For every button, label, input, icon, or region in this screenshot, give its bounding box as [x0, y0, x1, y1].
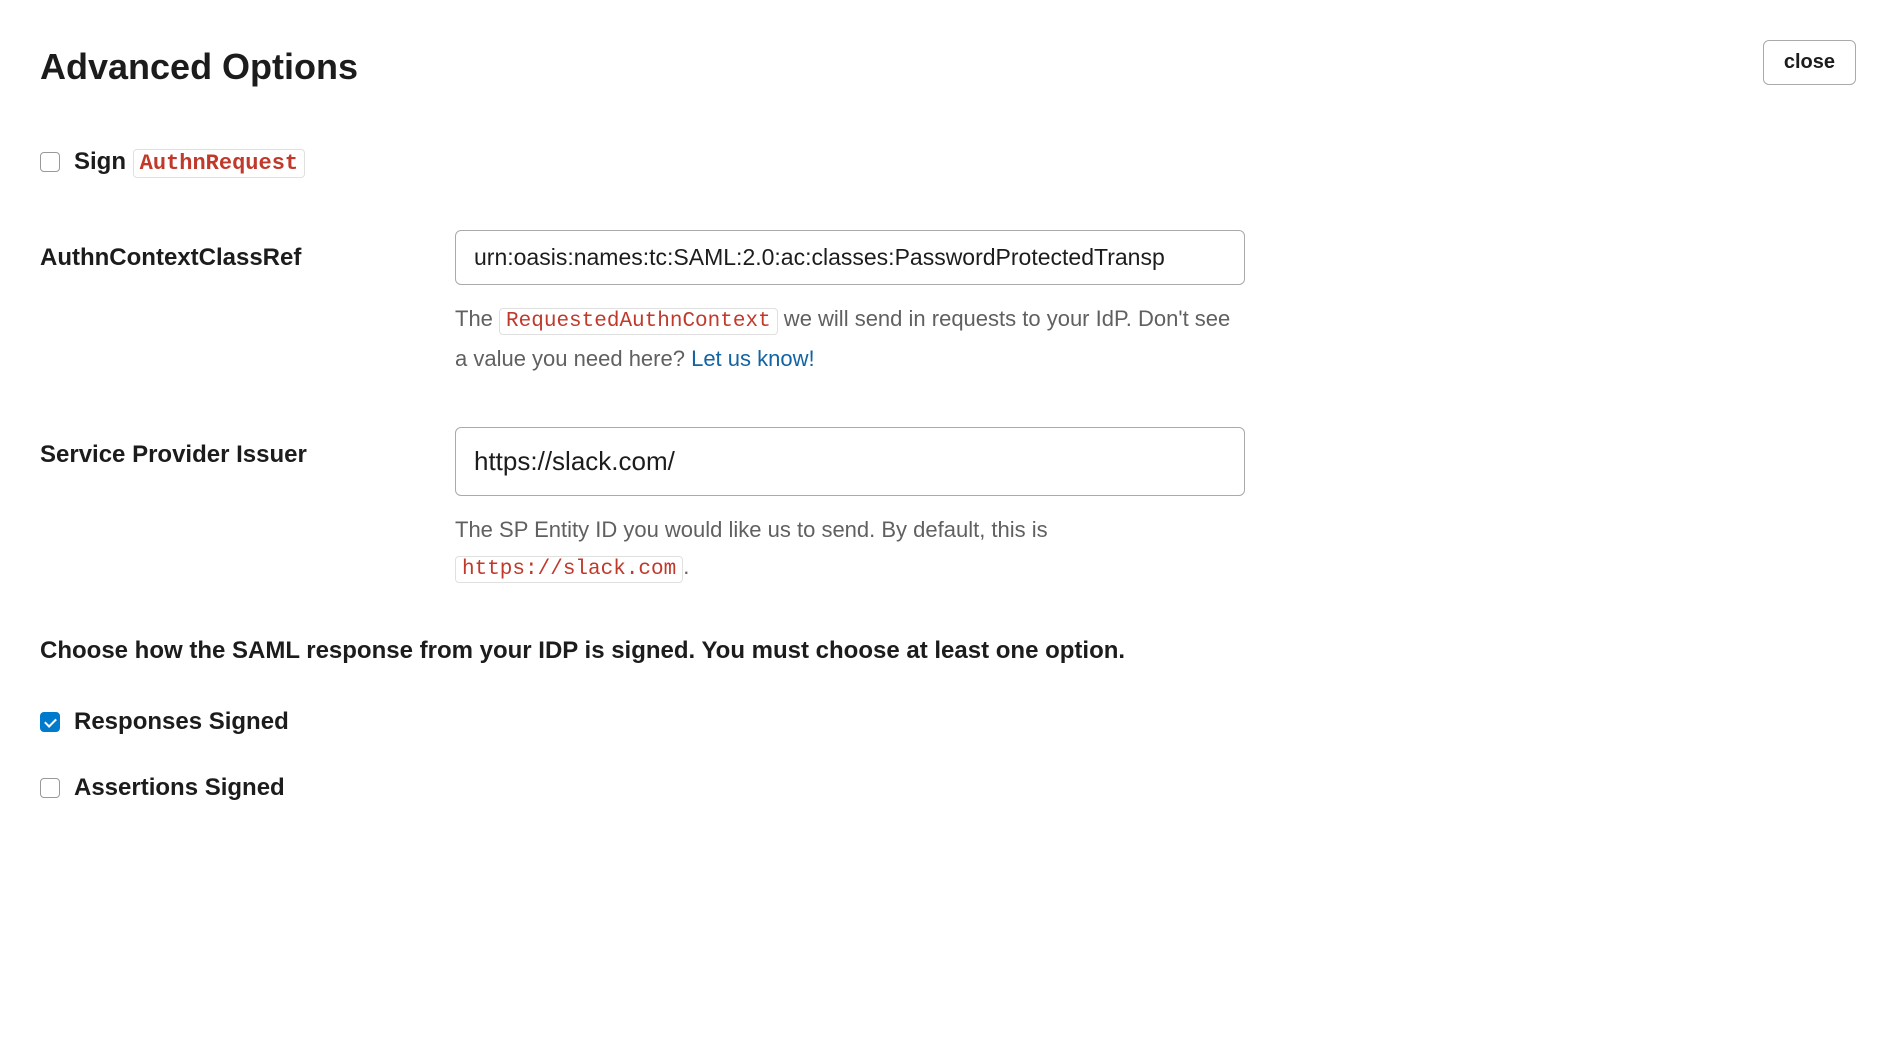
assertions-signed-checkbox[interactable] — [40, 778, 60, 798]
sp-issuer-field-area: The SP Entity ID you would like us to se… — [455, 427, 1245, 588]
requested-authn-context-code: RequestedAuthnContext — [499, 308, 778, 335]
authn-context-field-area: The RequestedAuthnContext we will send i… — [455, 230, 1245, 377]
signing-heading: Choose how the SAML response from your I… — [40, 633, 1856, 669]
authn-help-prefix: The — [455, 306, 499, 331]
authn-context-row: AuthnContextClassRef The RequestedAuthnC… — [40, 230, 1856, 377]
close-button[interactable]: close — [1763, 40, 1856, 85]
responses-signed-label: Responses Signed — [74, 704, 289, 740]
sign-authn-request-checkbox[interactable] — [40, 152, 60, 172]
authn-context-input[interactable] — [455, 230, 1245, 285]
sp-issuer-label: Service Provider Issuer — [40, 427, 455, 473]
sp-issuer-row: Service Provider Issuer The SP Entity ID… — [40, 427, 1856, 588]
assertions-signed-row: Assertions Signed — [40, 770, 1856, 806]
assertions-signed-label: Assertions Signed — [74, 770, 285, 806]
sp-issuer-help: The SP Entity ID you would like us to se… — [455, 511, 1245, 588]
authn-context-label: AuthnContextClassRef — [40, 230, 455, 276]
let-us-know-link[interactable]: Let us know! — [691, 346, 815, 371]
sp-issuer-input[interactable] — [455, 427, 1245, 496]
authn-request-code: AuthnRequest — [133, 149, 305, 178]
sp-issuer-help-suffix: . — [683, 554, 689, 579]
sign-authn-prefix: Sign — [74, 148, 133, 175]
sign-authn-request-row: Sign AuthnRequest — [40, 144, 1856, 180]
page-title: Advanced Options — [40, 40, 358, 94]
responses-signed-checkbox[interactable] — [40, 712, 60, 732]
sign-authn-request-label: Sign AuthnRequest — [74, 144, 305, 180]
sp-issuer-help-prefix: The SP Entity ID you would like us to se… — [455, 517, 1048, 542]
sp-issuer-code: https://slack.com — [455, 556, 683, 583]
authn-context-help: The RequestedAuthnContext we will send i… — [455, 300, 1245, 377]
responses-signed-row: Responses Signed — [40, 704, 1856, 740]
